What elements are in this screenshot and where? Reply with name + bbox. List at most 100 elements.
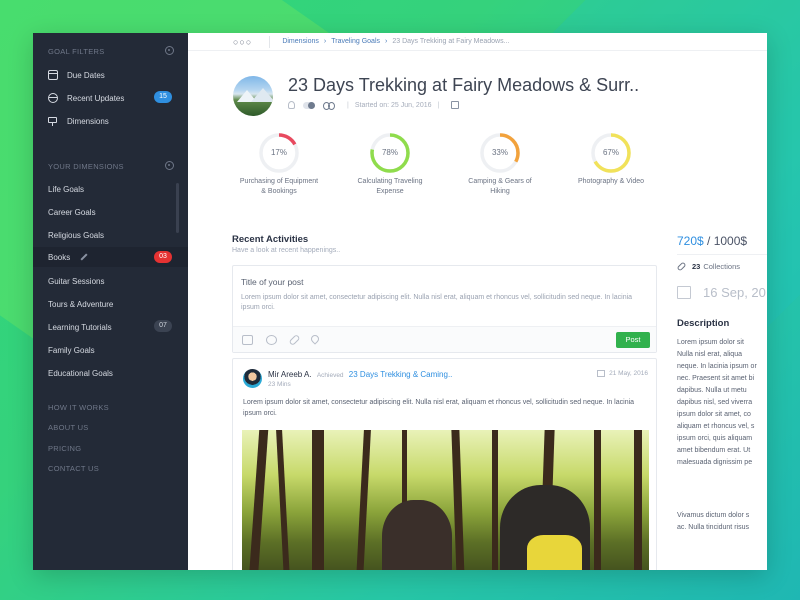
- signpost-icon: [48, 116, 58, 126]
- photo-tree: [276, 430, 290, 570]
- visibility-toggle[interactable]: [303, 101, 315, 109]
- progress-percent: 67%: [602, 148, 619, 157]
- sidebar-item-life-goals[interactable]: Life Goals: [48, 180, 174, 198]
- goal-filters-settings-gear-icon[interactable]: [165, 46, 174, 55]
- sidebar-item-label: Family Goals: [48, 345, 95, 355]
- progress-percent: 78%: [381, 148, 398, 157]
- edit-pencil-icon[interactable]: [80, 253, 88, 261]
- photo-backpack: [527, 535, 582, 570]
- photo-tree: [312, 430, 324, 570]
- activity-date: 21 May, 2016: [597, 370, 648, 377]
- goal-meta: | Started on: 25 Jun, 2016 |: [288, 101, 460, 110]
- chevron-right-icon: ›: [385, 38, 388, 45]
- breadcrumb-current: 23 Days Trekking at Fairy Meadows...: [392, 38, 510, 45]
- link-about-us[interactable]: ABOUT US: [48, 423, 89, 432]
- budget: 720$ / 1000$: [677, 234, 747, 248]
- your-dimensions-heading: YOUR DIMENSIONS: [48, 161, 174, 171]
- top-bar: ○○○ Dimensions › Traveling Goals › 23 Da…: [188, 33, 767, 51]
- sidebar-item-label: Educational Goals: [48, 368, 113, 378]
- collections-label: Collections: [703, 262, 741, 271]
- recent-activities-subtitle: Have a look at recent happenings..: [232, 247, 341, 254]
- sidebar-item-label: Learning Tutorials: [48, 322, 112, 332]
- photo-person: [382, 500, 452, 570]
- sidebar-item-guitar-sessions[interactable]: Guitar Sessions: [48, 272, 174, 290]
- recent-activities-title: Recent Activities: [232, 234, 309, 245]
- chevron-right-icon: ›: [323, 38, 327, 45]
- collections-count: 23: [692, 262, 701, 271]
- sidebar-item-label: Guitar Sessions: [48, 276, 105, 286]
- description-body-continued: Vivamus dictum dolor s ac. Nulla tincidu…: [677, 512, 750, 531]
- divider: [269, 35, 271, 48]
- activity-time: 23 Mins: [268, 381, 291, 388]
- dimensions-settings-gear-icon[interactable]: [165, 161, 174, 170]
- budget-total: / 1000$: [703, 234, 748, 248]
- sidebar-item-tours-adventure[interactable]: Tours & Adventure: [48, 295, 174, 313]
- globe-icon: [48, 93, 58, 103]
- learning-tutorials-count-badge: 07: [154, 320, 172, 332]
- due-date-text: 16 Sep, 20: [703, 285, 766, 300]
- breadcrumb-dimensions[interactable]: Dimensions: [282, 38, 319, 45]
- page-title: 23 Days Trekking at Fairy Meadows & Surr…: [288, 75, 640, 95]
- location-pin-icon[interactable]: [309, 333, 321, 345]
- post-title-input[interactable]: Title of your post: [241, 277, 304, 287]
- activity-verb: Achieved: [316, 372, 344, 379]
- activity-user-name[interactable]: Mir Areeb A.: [268, 370, 312, 379]
- copy-icon[interactable]: [451, 101, 460, 109]
- sidebar-item-books[interactable]: Books 03: [33, 247, 188, 267]
- app-window: GOAL FILTERS Due Dates Recent Updates 15…: [33, 33, 767, 570]
- photo-tree: [492, 430, 498, 570]
- camera-icon[interactable]: [242, 335, 253, 345]
- goal-filters-heading: GOAL FILTERS: [48, 46, 174, 56]
- collections-link[interactable]: 23 Collections: [676, 261, 741, 272]
- activity-photo[interactable]: [242, 430, 649, 570]
- sidebar-item-label: Dimensions: [67, 116, 109, 126]
- progress-label: Purchasing of Equipment & Bookings: [239, 178, 319, 195]
- link-pricing[interactable]: PRICING: [48, 444, 81, 453]
- sidebar-item-dimensions[interactable]: Dimensions: [48, 112, 174, 130]
- goal-cover-avatar: [233, 76, 273, 116]
- due-date: 16 Sep, 20: [677, 285, 766, 300]
- sidebar-item-due-dates[interactable]: Due Dates: [48, 66, 174, 84]
- sidebar-item-label: Life Goals: [48, 184, 85, 194]
- sidebar-item-label: Tours & Adventure: [48, 299, 114, 309]
- photo-tree: [356, 430, 371, 570]
- sidebar-scrollbar[interactable]: [176, 183, 179, 233]
- activity-goal-link[interactable]: 23 Days Trekking & Caming..: [349, 370, 453, 379]
- progress-label: Camping & Gears of Hiking: [468, 178, 532, 195]
- sidebar-item-label: Career Goals: [48, 207, 96, 217]
- post-composer: Title of your post Lorem ipsum dolor sit…: [232, 265, 657, 353]
- group-icon[interactable]: [323, 101, 335, 110]
- composer-toolbar: Post: [233, 326, 656, 352]
- progress-label: Photography & Video: [577, 178, 645, 185]
- user-icon: [288, 101, 295, 109]
- post-button[interactable]: Post: [616, 332, 650, 348]
- progress-percent: 33%: [491, 148, 508, 157]
- divider: [677, 254, 767, 255]
- activity-date-text: 21 May, 2016: [609, 370, 648, 377]
- breadcrumb-traveling-goals[interactable]: Traveling Goals: [331, 38, 380, 45]
- more-options-icon[interactable]: ○○○: [233, 37, 252, 47]
- sidebar: GOAL FILTERS Due Dates Recent Updates 15…: [33, 33, 188, 570]
- your-dimensions-heading-text: YOUR DIMENSIONS: [48, 162, 124, 171]
- sidebar-item-recent-updates[interactable]: Recent Updates 15: [48, 89, 174, 107]
- sidebar-item-family-goals[interactable]: Family Goals: [48, 341, 174, 359]
- avatar[interactable]: [243, 369, 262, 388]
- description-title: Description: [677, 318, 730, 329]
- photo-tree: [634, 430, 642, 570]
- video-icon[interactable]: [266, 335, 277, 345]
- link-contact-us[interactable]: CONTACT US: [48, 464, 99, 473]
- recent-updates-count-badge: 15: [154, 91, 172, 103]
- photo-tree: [451, 430, 465, 570]
- sidebar-item-label: Recent Updates: [67, 93, 125, 103]
- post-body-input[interactable]: Lorem ipsum dolor sit amet, consectetur …: [241, 293, 636, 313]
- sidebar-item-label: Due Dates: [67, 70, 105, 80]
- calendar-icon: [597, 370, 606, 377]
- link-how-it-works[interactable]: HOW IT WORKS: [48, 403, 109, 412]
- sidebar-item-educational-goals[interactable]: Educational Goals: [48, 364, 174, 382]
- photo-tree: [594, 430, 601, 570]
- sidebar-item-career-goals[interactable]: Career Goals: [48, 203, 174, 221]
- link-icon[interactable]: [288, 333, 301, 347]
- sidebar-item-learning-tutorials[interactable]: Learning Tutorials 07: [48, 318, 174, 336]
- sidebar-item-religious-goals[interactable]: Religious Goals: [48, 226, 174, 244]
- activity-card: Mir Areeb A. Achieved 23 Days Trekking &…: [232, 358, 657, 570]
